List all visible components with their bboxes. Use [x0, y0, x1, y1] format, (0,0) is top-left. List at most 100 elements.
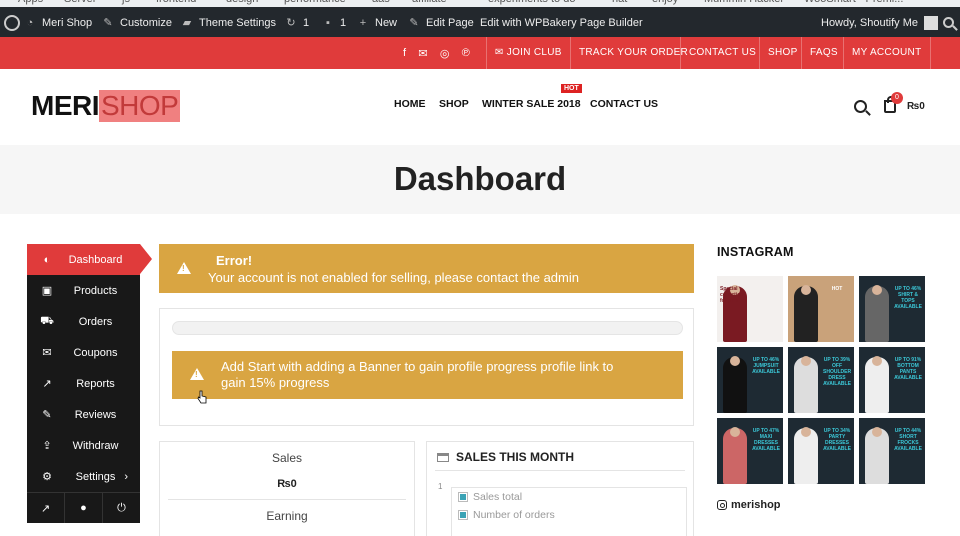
- search-icon[interactable]: [854, 99, 867, 113]
- top-bar: f ✉ ◎ ℗ ✉ JOIN CLUB TRACK YOUR ORDER CON…: [0, 37, 960, 69]
- admin-bar-account[interactable]: Howdy, Shoutify Me: [821, 7, 939, 39]
- sidebar-item-orders[interactable]: ⛟ Orders: [27, 306, 140, 337]
- sidebar-item-label: Settings: [75, 470, 116, 483]
- legend-item-sales-total[interactable]: Sales total: [458, 491, 522, 503]
- bookmark-item[interactable]: frontend: [156, 0, 196, 5]
- admin-bar-wpbakery[interactable]: Edit with WPBakery Page Builder: [480, 7, 643, 39]
- faqs-link[interactable]: FAQS: [801, 37, 846, 69]
- updates-icon: ↻: [286, 17, 296, 29]
- envelope-icon: ✉: [495, 47, 507, 58]
- instagram-handle[interactable]: merishop: [717, 499, 781, 511]
- bookmark-item[interactable]: WooSmart - Premi...: [804, 0, 903, 5]
- external-link-icon[interactable]: ↗: [27, 493, 65, 523]
- power-icon[interactable]: ⏻: [103, 493, 140, 523]
- sidebar-item-reports[interactable]: ↗ Reports: [27, 368, 140, 399]
- bookmark-item[interactable]: Server: [64, 0, 96, 5]
- error-title: Error!: [216, 253, 253, 268]
- mail-icon[interactable]: ✉: [418, 47, 428, 60]
- search-icon[interactable]: [943, 17, 954, 28]
- bookmark-item[interactable]: performance: [284, 0, 346, 5]
- progress-notice-text[interactable]: Add Start with adding a Banner to gain p…: [221, 359, 621, 391]
- sidebar-item-label: Withdraw: [72, 439, 119, 452]
- sidebar-item-dashboard[interactable]: ◐ Dashboard: [27, 244, 152, 275]
- pinterest-icon[interactable]: ℗: [462, 47, 470, 59]
- instagram-post[interactable]: UP TO 46% SHIRT & TOPS AVAILABLE: [859, 276, 925, 342]
- nav-winter-sale[interactable]: WINTER SALE 2018: [482, 98, 581, 110]
- instagram-post[interactable]: UP TO 34% PARTY DRESSES AVAILABLE: [788, 418, 854, 484]
- chart-y-tick: 1: [438, 482, 443, 491]
- nav-contact-us[interactable]: CONTACT US: [590, 98, 658, 110]
- my-account-link[interactable]: MY ACCOUNT: [843, 37, 931, 69]
- nav-home[interactable]: HOME: [394, 98, 426, 110]
- user-icon[interactable]: ●: [65, 493, 103, 523]
- cart-total[interactable]: ₨0: [907, 101, 925, 112]
- comment-icon: ▪: [326, 17, 330, 29]
- bookmark-item[interactable]: Mummin Hacker: [704, 0, 784, 5]
- admin-bar-customize[interactable]: ✎ Customize: [102, 7, 172, 39]
- brush-icon: ✎: [103, 17, 113, 29]
- instagram-post[interactable]: HOT: [788, 276, 854, 342]
- admin-bar-comments[interactable]: ▪ 1: [322, 7, 346, 39]
- bookmark-item[interactable]: enjoy: [652, 0, 678, 5]
- instagram-post[interactable]: UP TO 46% JUMPSUIT AVAILABLE: [717, 347, 783, 413]
- sidebar-item-withdraw[interactable]: ⇪ Withdraw: [27, 430, 140, 461]
- social-links: f ✉ ◎ ℗: [403, 37, 470, 69]
- admin-bar-new[interactable]: + New: [357, 7, 397, 39]
- sales-label: Sales: [271, 451, 303, 465]
- sidebar-item-settings[interactable]: ⚙ Settings ›: [27, 461, 140, 492]
- sidebar-item-label: Products: [73, 284, 118, 297]
- instagram-icon[interactable]: ◎: [440, 47, 450, 60]
- sidebar-item-reviews[interactable]: ✎ Reviews: [27, 399, 140, 430]
- instagram-post[interactable]: Special collection for girls: [717, 276, 783, 342]
- shopping-bag-icon[interactable]: 0: [884, 91, 903, 113]
- bookmark-item[interactable]: nat: [612, 0, 627, 5]
- admin-bar-theme-settings[interactable]: ▰ Theme Settings: [181, 7, 276, 39]
- facebook-icon[interactable]: f: [403, 47, 406, 59]
- bookmark-item[interactable]: affiliate: [412, 0, 447, 5]
- chart-legend: Sales total Number of orders: [451, 487, 687, 536]
- instagram-post[interactable]: UP TO 39% OFF SHOULDER DRESS AVAILABLE: [788, 347, 854, 413]
- admin-bar-site-name[interactable]: ◔ Meri Shop: [24, 7, 92, 39]
- legend-item-orders[interactable]: Number of orders: [458, 509, 555, 521]
- sidebar-item-label: Orders: [78, 315, 113, 328]
- bookmark-item[interactable]: experiments to do: [488, 0, 575, 5]
- bookmark-item[interactable]: Apps: [18, 0, 43, 5]
- nav-shop[interactable]: SHOP: [439, 98, 469, 110]
- contact-us-link[interactable]: CONTACT US: [680, 37, 764, 69]
- admin-bar-updates[interactable]: ↻ 1: [285, 7, 309, 39]
- page-title: Dashboard: [393, 160, 567, 197]
- instagram-post-caption: Special collection for girls: [720, 286, 744, 304]
- model-image: [865, 285, 889, 342]
- join-club-link[interactable]: ✉ JOIN CLUB: [486, 37, 570, 69]
- progress-bar: [172, 321, 683, 335]
- page-title-band: Dashboard: [0, 145, 960, 214]
- sidebar-item-products[interactable]: ▣ Products: [27, 275, 140, 306]
- plus-icon: +: [359, 17, 367, 29]
- site-logo[interactable]: MERI SHOP: [31, 90, 181, 122]
- bookmark-item[interactable]: aas: [372, 0, 390, 5]
- track-order-link[interactable]: TRACK YOUR ORDER: [570, 37, 696, 69]
- dashboard-icon: ◔: [26, 17, 34, 29]
- instagram-post[interactable]: UP TO 47% MAXI DRESSES AVAILABLE: [717, 418, 783, 484]
- instagram-post-caption: UP TO 91% BOTTOM PANTS AVAILABLE: [894, 357, 922, 381]
- hand-cursor-icon: [197, 390, 207, 404]
- shop-link[interactable]: SHOP: [759, 37, 806, 69]
- sidebar-item-label: Reports: [76, 377, 115, 390]
- bookmark-item[interactable]: design: [226, 0, 258, 5]
- cart-count-badge: 0: [891, 91, 903, 104]
- earning-label: Earning: [266, 509, 308, 523]
- wordpress-logo-icon[interactable]: [4, 15, 20, 31]
- bookmarks-bar: Apps Server js frontend design performance aas…: [0, 0, 960, 7]
- sales-summary: Sales ₨0 Earning: [159, 441, 415, 536]
- admin-bar-edit-page[interactable]: ✎ Edit Page: [408, 7, 473, 39]
- sales-month-header: SALES THIS MONTH: [437, 450, 574, 464]
- sidebar-item-coupons[interactable]: ✉ Coupons: [27, 337, 140, 368]
- profile-progress-box: Add Start with adding a Banner to gain p…: [159, 308, 694, 426]
- sidebar-footer: ↗ ● ⏻: [27, 492, 140, 523]
- bookmark-item[interactable]: js: [122, 0, 130, 5]
- instagram-post-caption: UP TO 34% PARTY DRESSES AVAILABLE: [823, 428, 851, 452]
- warning-icon: [177, 262, 191, 274]
- instagram-post[interactable]: UP TO 91% BOTTOM PANTS AVAILABLE: [859, 347, 925, 413]
- sales-value: ₨0: [277, 478, 297, 490]
- instagram-post[interactable]: UP TO 44% SHORT FROCKS AVAILABLE: [859, 418, 925, 484]
